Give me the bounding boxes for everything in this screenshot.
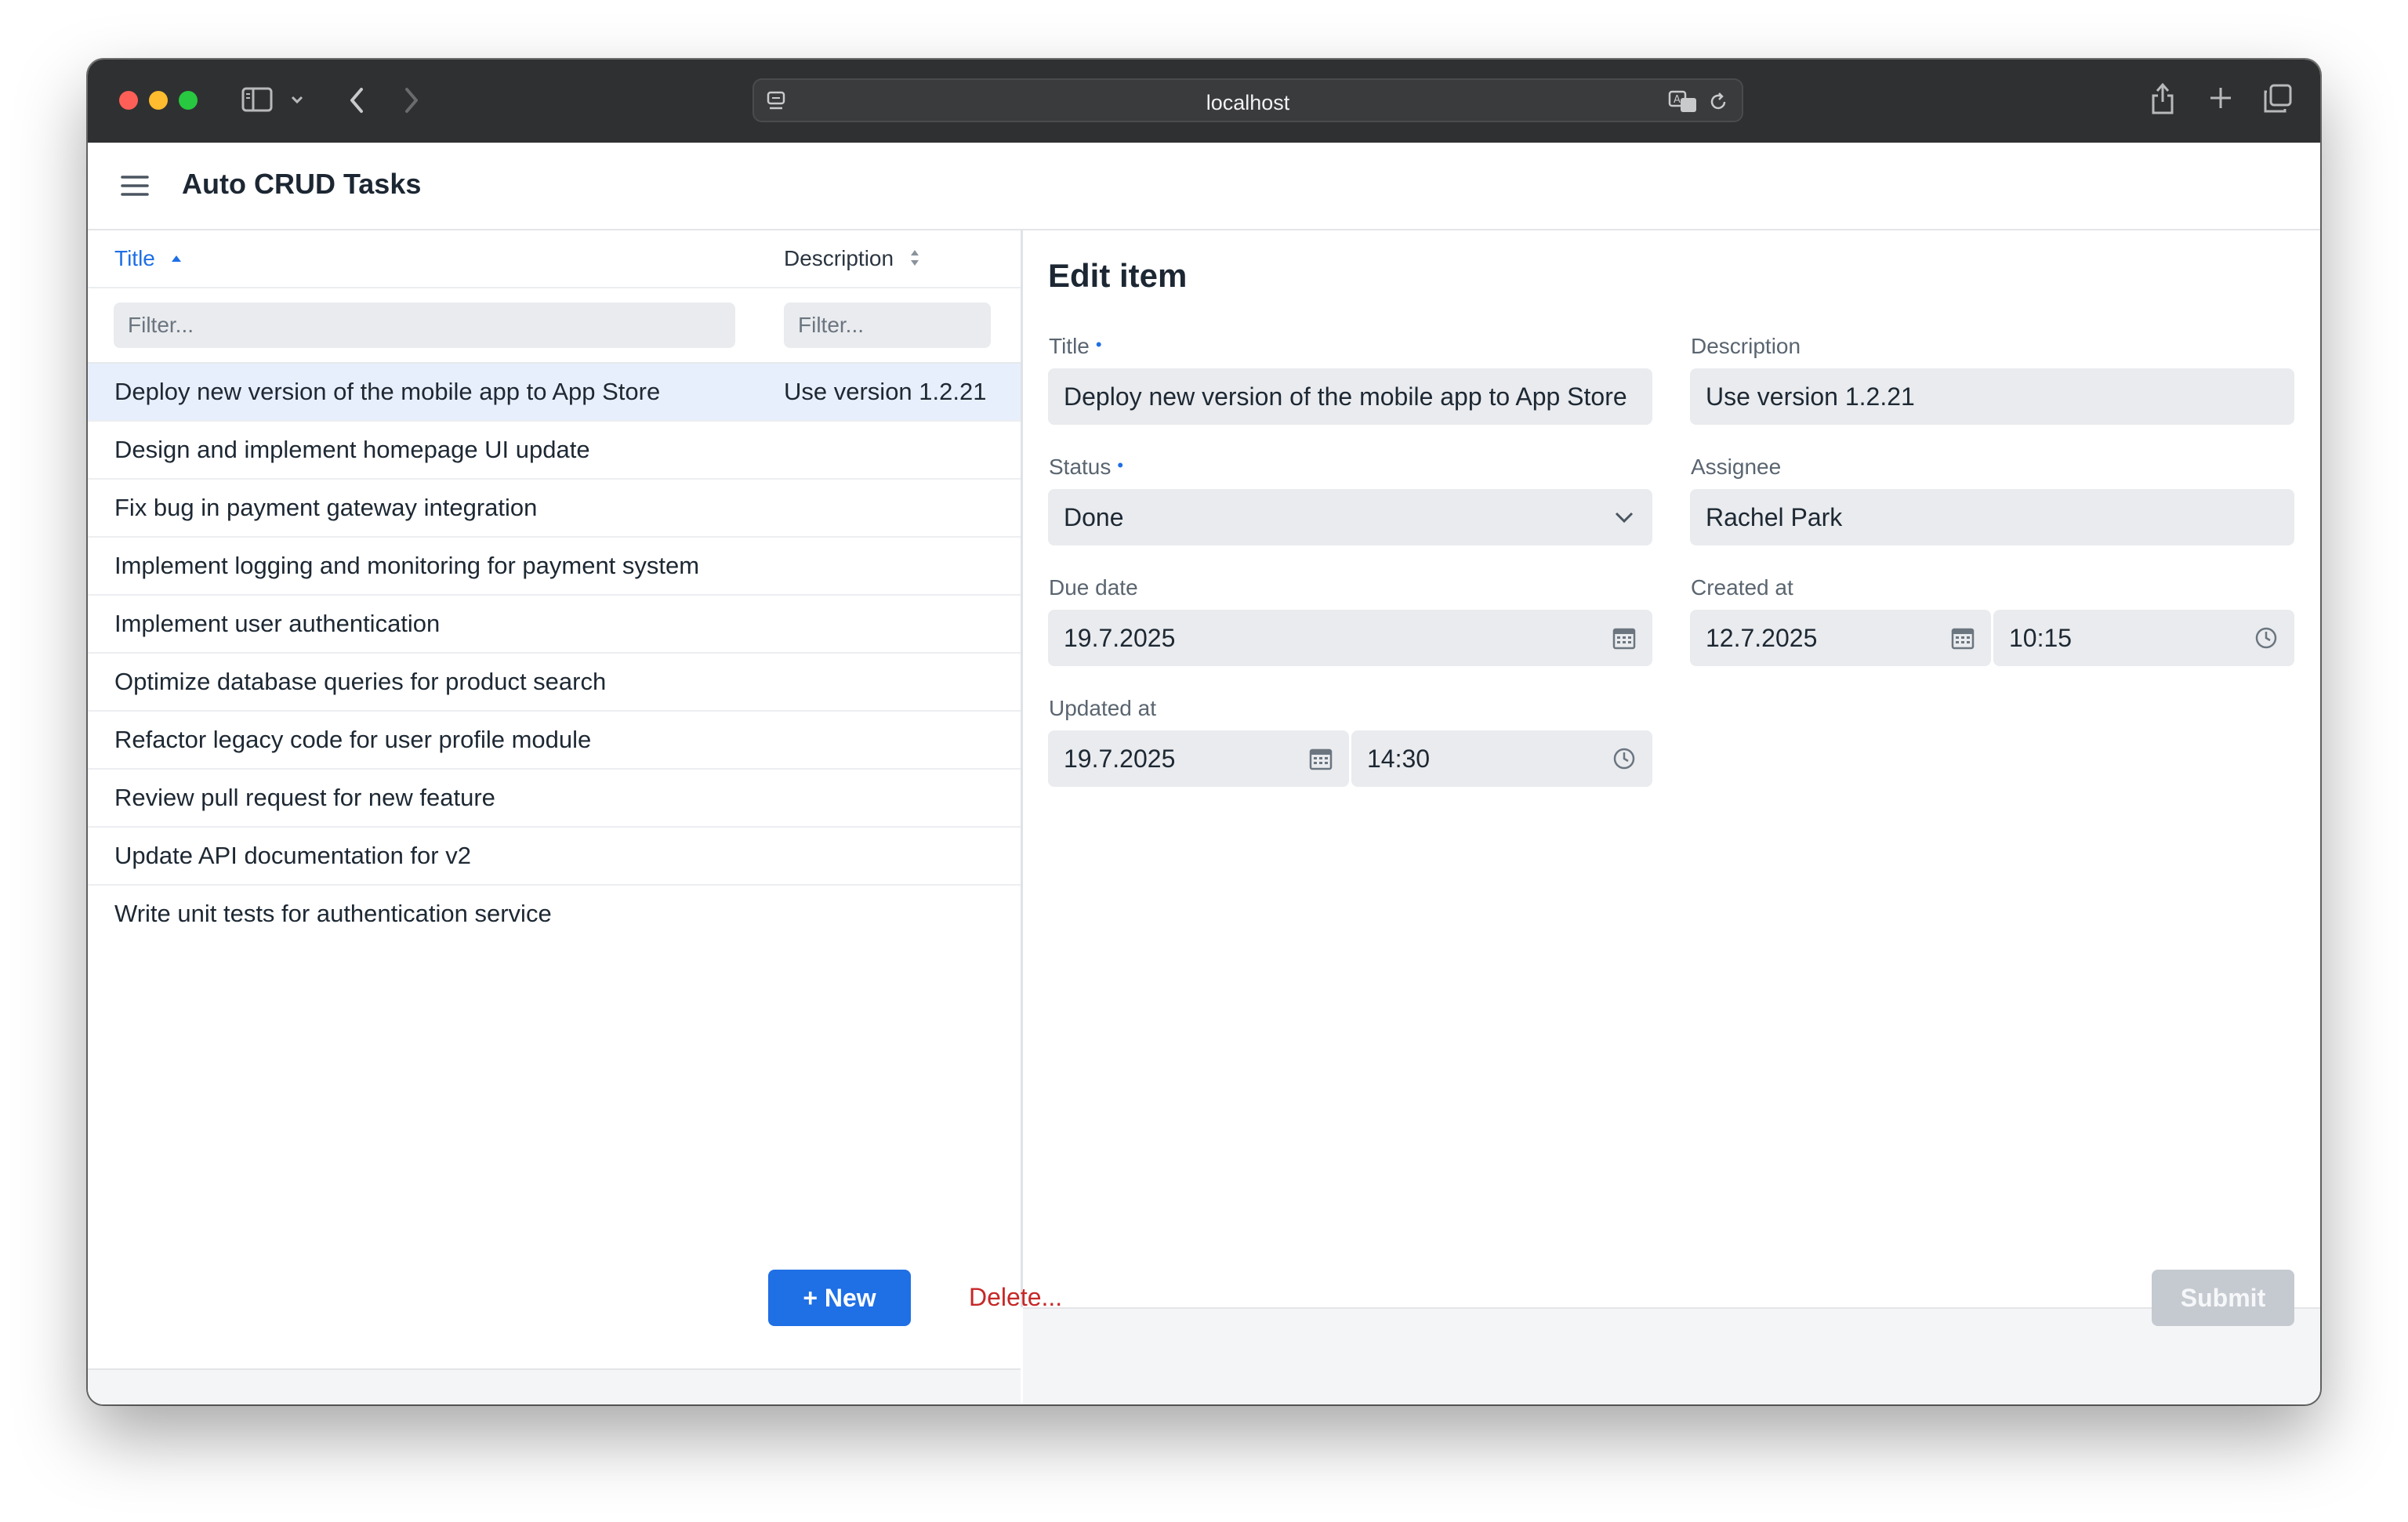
grid-footer	[88, 1368, 1021, 1404]
created-at-time-picker[interactable]: 10:15	[1993, 610, 2294, 666]
table-row[interactable]: Optimize database queries for product se…	[88, 654, 1021, 712]
filter-row	[88, 288, 1021, 364]
app-title: Auto CRUD Tasks	[182, 168, 422, 200]
row-title-cell: Implement user authentication	[114, 610, 441, 637]
form-footer	[1023, 1307, 2320, 1404]
assignee-field-value: Rachel Park	[1706, 503, 1843, 531]
table-row[interactable]: Update API documentation for v2	[88, 828, 1021, 886]
chevron-down-icon[interactable]	[1612, 505, 1637, 530]
table-row[interactable]: Refactor legacy code for user profile mo…	[88, 712, 1021, 770]
description-field[interactable]: Use version 1.2.21	[1690, 368, 2294, 425]
row-title-cell: Design and implement homepage UI update	[114, 436, 590, 463]
due-date-value: 19.7.2025	[1064, 624, 1176, 652]
table-row[interactable]: Fix bug in payment gateway integration	[88, 480, 1021, 538]
created-at-time-value: 10:15	[2009, 624, 2073, 652]
calendar-icon[interactable]	[1308, 746, 1333, 771]
table-row[interactable]: Deploy new version of the mobile app to …	[88, 364, 1021, 422]
updated-at-time-value: 14:30	[1367, 745, 1431, 773]
required-indicator: •	[1095, 335, 1102, 354]
created-at-date-value: 12.7.2025	[1706, 624, 1818, 652]
row-title-cell: Refactor legacy code for user profile mo…	[114, 726, 592, 753]
row-title-cell: Update API documentation for v2	[114, 842, 471, 869]
app-header: Auto CRUD Tasks	[88, 143, 2320, 230]
back-arrow-icon[interactable]	[346, 86, 367, 114]
row-title-cell: Fix bug in payment gateway integration	[114, 494, 538, 521]
table-row[interactable]: Write unit tests for authentication serv…	[88, 886, 1021, 942]
browser-window: localhost A Auto CRUD Tasks Title Descri…	[88, 60, 2320, 1404]
assignee-field[interactable]: Rachel Park	[1690, 489, 2294, 545]
sidebar-toggle-icon[interactable]	[241, 86, 273, 113]
tasks-grid: Title Description Deploy new version of …	[88, 230, 1023, 1404]
submit-button[interactable]: Submit	[2152, 1270, 2294, 1326]
forward-arrow-icon[interactable]	[401, 86, 422, 114]
due-date-field-label: Due date	[1049, 575, 1138, 600]
status-select-value: Done	[1064, 503, 1124, 531]
description-field-label: Description	[1691, 334, 1801, 358]
address-bar[interactable]: localhost A	[752, 78, 1743, 122]
assignee-field-label: Assignee	[1691, 455, 1782, 479]
sort-unsorted-icon[interactable]	[909, 248, 920, 267]
hamburger-menu-icon[interactable]	[121, 174, 149, 197]
title-field-label: Title •	[1049, 334, 1102, 359]
row-title-cell: Write unit tests for authentication serv…	[114, 900, 552, 927]
updated-at-field-label: Updated at	[1049, 696, 1156, 720]
table-row[interactable]: Implement logging and monitoring for pay…	[88, 538, 1021, 596]
table-row[interactable]: Design and implement homepage UI update	[88, 422, 1021, 480]
updated-at-date-picker[interactable]: 19.7.2025	[1048, 730, 1349, 787]
updated-at-time-picker[interactable]: 14:30	[1351, 730, 1652, 787]
edit-form: Edit item Title • Deploy new version of t…	[1023, 230, 2320, 1307]
clock-icon[interactable]	[2254, 625, 2279, 650]
created-at-field-label: Created at	[1691, 575, 1793, 600]
title-filter-input[interactable]	[114, 303, 735, 348]
translate-icon[interactable]: A	[1668, 89, 1698, 114]
zoom-window-button[interactable]	[179, 91, 198, 110]
tab-overview-icon[interactable]	[2262, 83, 2294, 114]
column-header-description[interactable]: Description	[784, 246, 920, 271]
grid-body: Deploy new version of the mobile app to …	[88, 364, 1021, 942]
column-header-title[interactable]: Title	[114, 246, 182, 271]
grid-header: Title Description	[88, 230, 1021, 288]
status-label-text: Status	[1049, 455, 1112, 479]
due-date-picker[interactable]: 19.7.2025	[1048, 610, 1652, 666]
chevron-down-icon[interactable]	[290, 94, 304, 105]
calendar-icon[interactable]	[1612, 625, 1637, 650]
description-filter-input[interactable]	[784, 303, 991, 348]
title-field-value: Deploy new version of the mobile app to …	[1064, 382, 1627, 411]
row-title-cell: Review pull request for new feature	[114, 784, 495, 811]
updated-at-date-value: 19.7.2025	[1064, 745, 1176, 773]
table-row[interactable]: Review pull request for new feature	[88, 770, 1021, 828]
reload-icon[interactable]	[1707, 91, 1729, 113]
row-title-cell: Implement logging and monitoring for pay…	[114, 552, 700, 579]
status-select[interactable]: Done	[1048, 489, 1652, 545]
delete-button[interactable]: Delete...	[958, 1271, 1073, 1323]
new-item-button[interactable]: + New	[768, 1270, 911, 1326]
title-field[interactable]: Deploy new version of the mobile app to …	[1048, 368, 1652, 425]
close-window-button[interactable]	[119, 91, 138, 110]
svg-text:A: A	[1674, 94, 1681, 106]
minimize-window-button[interactable]	[149, 91, 168, 110]
calendar-icon[interactable]	[1950, 625, 1975, 650]
status-field-label: Status •	[1049, 455, 1123, 480]
title-label-text: Title	[1049, 334, 1090, 358]
form-title: Edit item	[1048, 257, 1188, 294]
table-row[interactable]: Implement user authentication	[88, 596, 1021, 654]
sort-ascending-icon[interactable]	[171, 255, 182, 263]
share-icon[interactable]	[2149, 82, 2176, 116]
row-description-cell: Use version 1.2.21	[784, 378, 987, 405]
required-indicator: •	[1117, 455, 1124, 475]
new-tab-icon[interactable]	[2207, 85, 2234, 111]
clock-icon[interactable]	[1612, 746, 1637, 771]
column-description-label: Description	[784, 246, 894, 270]
description-field-value: Use version 1.2.21	[1706, 382, 1915, 411]
row-title-cell: Deploy new version of the mobile app to …	[114, 378, 661, 405]
row-title-cell: Optimize database queries for product se…	[114, 668, 607, 695]
created-at-date-picker[interactable]: 12.7.2025	[1690, 610, 1991, 666]
column-title-label: Title	[114, 246, 155, 270]
url-text: localhost	[1206, 91, 1290, 114]
browser-toolbar: localhost A	[88, 60, 2320, 143]
